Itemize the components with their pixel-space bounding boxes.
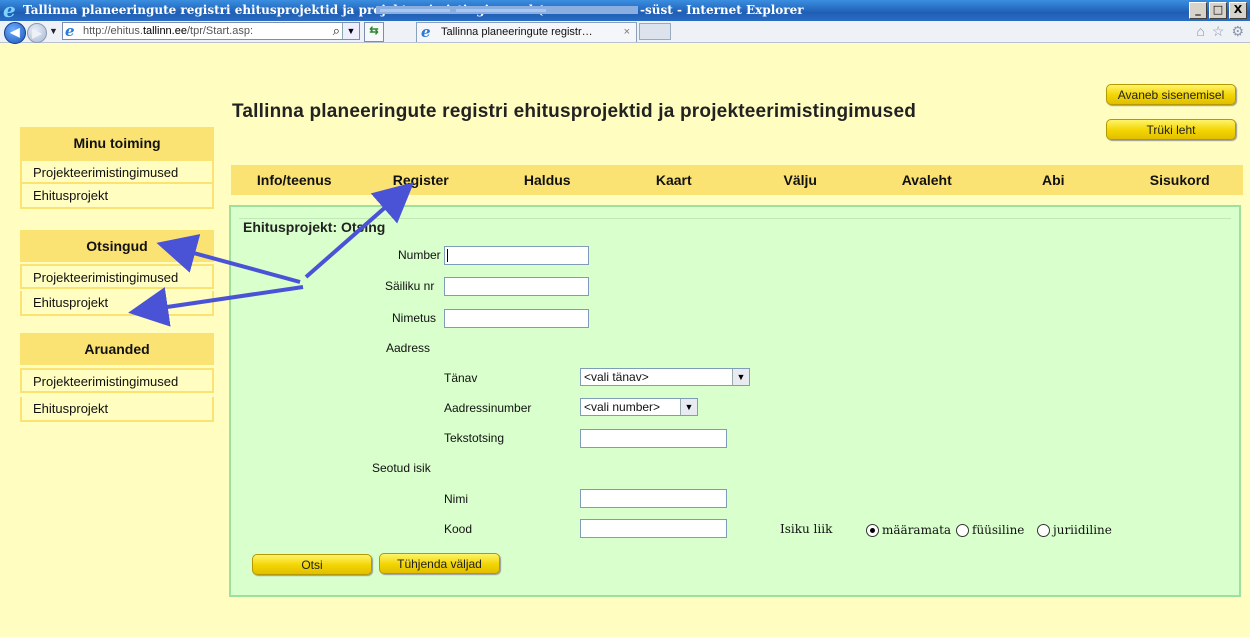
window-title-right: -süst - Internet Explorer bbox=[640, 3, 804, 17]
tekstotsing-input[interactable] bbox=[580, 429, 727, 448]
tab-favicon-icon: e bbox=[421, 23, 431, 41]
chevron-down-icon: ▼ bbox=[680, 399, 697, 415]
nav-abi[interactable]: Abi bbox=[990, 165, 1117, 195]
star-icon[interactable]: ☆ bbox=[1212, 22, 1225, 40]
print-page-button[interactable]: Trüki leht bbox=[1106, 119, 1236, 140]
sidebar-item-ehitusprojekt[interactable]: Ehitusprojekt bbox=[20, 184, 214, 209]
ie-logo-icon: e bbox=[3, 0, 16, 22]
chevron-down-icon: ▼ bbox=[732, 369, 749, 385]
minimize-button[interactable]: _ bbox=[1189, 2, 1207, 19]
sidebar-item-aruanne-ehitusprojekt[interactable]: Ehitusprojekt bbox=[20, 397, 214, 422]
nimi-input[interactable] bbox=[580, 489, 727, 508]
aadressinumber-label: Aadressinumber bbox=[444, 401, 532, 415]
nav-sisukord[interactable]: Sisukord bbox=[1117, 165, 1244, 195]
kood-label: Kood bbox=[444, 522, 473, 536]
aadressinumber-select[interactable]: <vali number> ▼ bbox=[580, 398, 698, 416]
address-url[interactable]: http://ehitus.tallinn.ee/tpr/Start.asp: bbox=[83, 23, 253, 39]
nav-haldus[interactable]: Haldus bbox=[484, 165, 611, 195]
tab-title: Tallinna planeeringute registr… bbox=[441, 26, 593, 38]
nimi-label: Nimi bbox=[444, 492, 468, 506]
sidebar-item-otsing-projekteerimistingimused[interactable]: Projekteerimistingimused bbox=[20, 264, 214, 289]
tekstotsing-label: Tekstotsing bbox=[444, 431, 505, 445]
nav-avaleht[interactable]: Avaleht bbox=[864, 165, 991, 195]
radio-fuusiline[interactable] bbox=[956, 524, 969, 537]
tab-active[interactable]: e Tallinna planeeringute registr… × bbox=[416, 22, 637, 42]
nav-valju[interactable]: Välju bbox=[737, 165, 864, 195]
home-icon[interactable]: ⌂ bbox=[1196, 22, 1204, 40]
back-arrow-icon[interactable]: ◀ bbox=[4, 22, 26, 44]
history-dropdown-icon[interactable]: ▼ bbox=[49, 26, 58, 36]
refresh-icon[interactable]: ⇆ bbox=[364, 22, 384, 42]
new-tab-button[interactable] bbox=[639, 23, 671, 40]
clear-fields-button[interactable]: Tühjenda väljad bbox=[379, 553, 500, 574]
page-title: Tallinna planeeringute registri ehituspr… bbox=[232, 101, 917, 122]
forward-arrow-icon[interactable]: ▶ bbox=[27, 23, 47, 43]
gear-icon[interactable]: ⚙ bbox=[1231, 22, 1244, 40]
number-label: Number bbox=[398, 248, 441, 262]
aadress-label: Aadress bbox=[386, 341, 431, 355]
sidebar-item-aruanne-projekteerimistingimused[interactable]: Projekteerimistingimused bbox=[20, 368, 214, 393]
browser-toolbar: ◀ ▶ ▼ e http://ehitus.tallinn.ee/tpr/Sta… bbox=[0, 21, 1250, 44]
window-titlebar[interactable]: e Tallinna planeeringute registri ehitus… bbox=[0, 0, 1250, 21]
redacted-username bbox=[376, 6, 638, 14]
sidebar-item-otsing-ehitusprojekt[interactable]: Ehitusprojekt bbox=[20, 291, 214, 316]
tanav-select[interactable]: <vali tänav> ▼ bbox=[580, 368, 750, 386]
search-button[interactable]: Otsi bbox=[252, 554, 372, 575]
tanav-label: Tänav bbox=[444, 371, 478, 385]
radio-juriidiline[interactable] bbox=[1037, 524, 1050, 537]
number-input[interactable] bbox=[444, 246, 589, 265]
form-title: Ehitusprojekt: Otsing bbox=[243, 219, 386, 235]
radio-maaramata[interactable] bbox=[866, 524, 879, 537]
radio-fuusiline-label[interactable]: füüsiline bbox=[972, 523, 1024, 537]
isiku-liik-label: Isiku liik bbox=[780, 522, 833, 536]
aadressinumber-select-value: <vali number> bbox=[584, 400, 661, 414]
sidebar-header-otsingud: Otsingud bbox=[20, 230, 214, 262]
nimetus-label: Nimetus bbox=[392, 311, 437, 325]
sidebar-item-projekteerimistingimused[interactable]: Projekteerimistingimused bbox=[20, 159, 214, 184]
panel-divider bbox=[239, 218, 1231, 219]
kood-input[interactable] bbox=[580, 519, 727, 538]
nimetus-input[interactable] bbox=[444, 309, 589, 328]
maximize-button[interactable]: □ bbox=[1209, 2, 1227, 19]
search-panel bbox=[229, 205, 1241, 597]
sailiku-nr-input[interactable] bbox=[444, 277, 589, 296]
tanav-select-value: <vali tänav> bbox=[584, 370, 649, 384]
nav-info-teenus[interactable]: Info/teenus bbox=[231, 165, 358, 195]
sidebar-header-aruanded: Aruanded bbox=[20, 333, 214, 365]
avaneb-sisenemisel-button[interactable]: Avaneb sisenemisel bbox=[1106, 84, 1236, 105]
seotud-isik-label: Seotud isik bbox=[372, 461, 431, 475]
radio-juriidiline-label[interactable]: juriidiline bbox=[1053, 523, 1112, 537]
text-caret bbox=[447, 249, 448, 262]
tab-close-icon[interactable]: × bbox=[624, 23, 630, 42]
search-icon[interactable]: ⌕ bbox=[333, 23, 340, 39]
close-button[interactable]: X bbox=[1229, 2, 1247, 19]
main-nav: Info/teenus Register Haldus Kaart Välju … bbox=[231, 165, 1243, 195]
address-bar[interactable]: e http://ehitus.tallinn.ee/tpr/Start.asp… bbox=[62, 22, 360, 40]
nav-register[interactable]: Register bbox=[358, 165, 485, 195]
radio-maaramata-label[interactable]: määramata bbox=[882, 523, 951, 537]
page-favicon-icon: e bbox=[65, 22, 75, 40]
sidebar-header-minu-toiming: Minu toiming bbox=[20, 127, 214, 159]
sailiku-nr-label: Säiliku nr bbox=[385, 279, 435, 293]
address-dropdown-icon[interactable]: ▼ bbox=[342, 23, 359, 39]
nav-kaart[interactable]: Kaart bbox=[611, 165, 738, 195]
